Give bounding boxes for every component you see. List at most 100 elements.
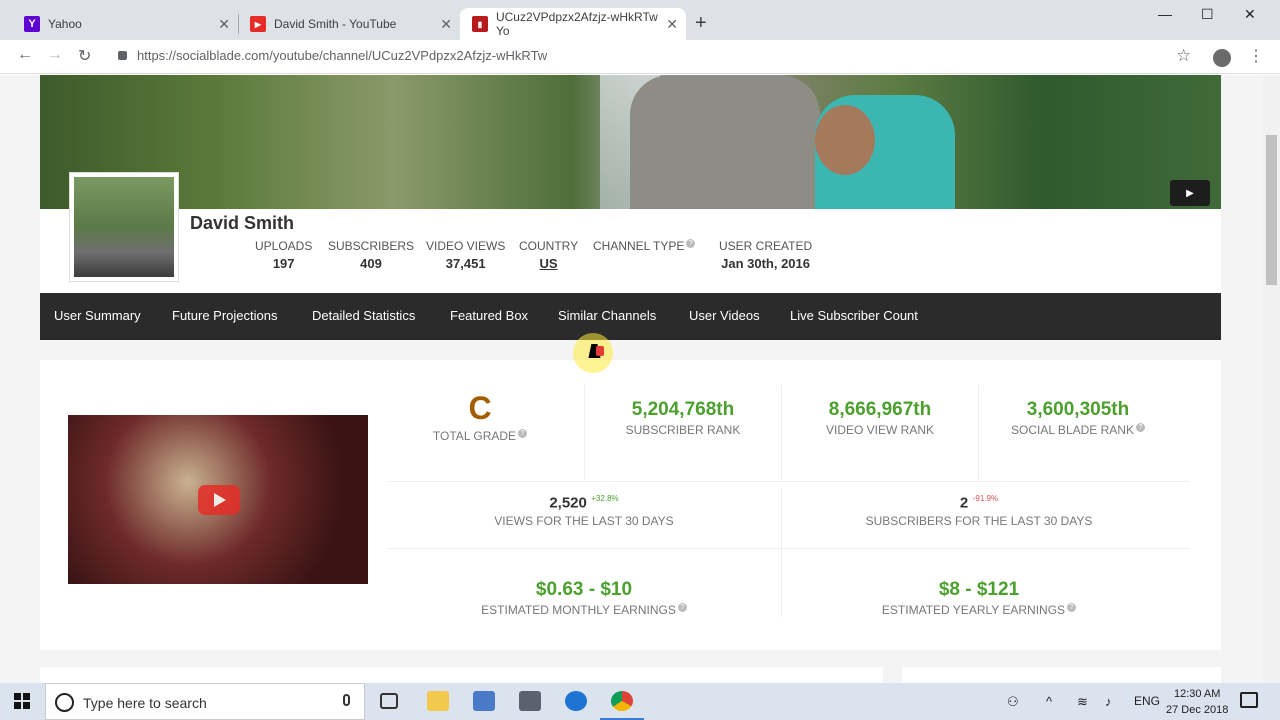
microphone-icon[interactable] <box>343 694 350 706</box>
yearly-earnings-label: ESTIMATED YEARLY EARNINGS <box>881 603 1066 617</box>
subscriber-rank: 5,204,768th SUBSCRIBER RANK <box>600 399 766 437</box>
estimated-yearly-earnings: $8 - $121 ESTIMATED YEARLY EARNINGS? <box>830 579 1128 617</box>
estimated-monthly-earnings: $0.63 - $10 ESTIMATED MONTHLY EARNINGS? <box>436 579 732 617</box>
stat-label: COUNTRY <box>519 239 579 253</box>
click-indicator-icon <box>596 346 604 356</box>
clock-time: 12:30 AM <box>1173 688 1221 700</box>
total-grade: C TOTAL GRADE? <box>420 390 540 443</box>
country-link[interactable]: US <box>519 256 578 271</box>
chevron-up-icon[interactable]: ^ <box>1046 694 1052 709</box>
tab-yahoo[interactable]: Y Yahoo ✕ <box>12 8 238 40</box>
tab-socialblade[interactable]: ▮ UCuz2VPdpzx2Afzjz-wHkRTw Yo ✕ <box>460 8 686 40</box>
close-icon[interactable]: ✕ <box>218 16 230 33</box>
nav-user-videos[interactable]: User Videos <box>689 308 760 323</box>
monthly-earnings-label: ESTIMATED MONTHLY EARNINGS <box>481 603 676 617</box>
socialblade-icon: ▮ <box>472 16 488 32</box>
lock-icon <box>118 51 127 60</box>
stat-user-created: USER CREATED Jan 30th, 2016 <box>719 239 812 271</box>
subscriber-rank-label: SUBSCRIBER RANK <box>625 423 741 437</box>
taskbar-search-box[interactable]: Type here to search <box>45 683 365 720</box>
close-icon[interactable]: ✕ <box>440 16 452 33</box>
reload-icon[interactable]: ↻ <box>78 46 91 66</box>
social-blade-rank-value: 3,600,305th <box>1026 399 1130 420</box>
nav-detailed-statistics[interactable]: Detailed Statistics <box>312 308 415 323</box>
social-blade-rank-label: SOCIAL BLADE RANK <box>1011 423 1134 437</box>
search-placeholder: Type here to search <box>83 695 207 711</box>
stat-value: 197 <box>272 256 295 271</box>
network-icon[interactable]: ≋ <box>1077 694 1088 710</box>
banner-person <box>630 75 820 209</box>
windows-start-icon[interactable] <box>14 693 30 709</box>
stat-label: VIDEO VIEWS <box>426 239 506 253</box>
page-viewport: ▶ David Smith UPLOADS 197 SUBSCRIBERS 40… <box>0 75 1280 683</box>
nav-user-summary[interactable]: User Summary <box>54 308 141 323</box>
views-30-value: 2,520 <box>549 494 587 512</box>
language-indicator[interactable]: ENG <box>1134 694 1160 708</box>
stat-subscribers: SUBSCRIBERS 409 <box>328 239 414 271</box>
divider <box>388 548 1190 549</box>
action-center-icon[interactable] <box>1240 692 1258 708</box>
grade-label: TOTAL GRADE <box>432 429 517 443</box>
profile-avatar-icon[interactable] <box>1213 49 1231 67</box>
menu-icon[interactable]: ⋮ <box>1248 46 1264 66</box>
views-30-label: VIEWS FOR THE LAST 30 DAYS <box>494 514 674 529</box>
back-icon[interactable]: ← <box>17 46 33 64</box>
task-view-icon[interactable] <box>380 693 398 709</box>
close-icon[interactable]: ✕ <box>666 16 678 33</box>
subs-30-change: -91.9% <box>972 494 999 503</box>
tab-title: Yahoo <box>48 17 82 31</box>
youtube-link-icon[interactable]: ▶ <box>1170 180 1210 206</box>
help-icon[interactable]: ? <box>686 239 696 248</box>
help-icon[interactable]: ? <box>1067 603 1077 612</box>
bookmark-star-icon[interactable]: ☆ <box>1176 46 1191 66</box>
new-tab-icon[interactable]: + <box>695 12 707 35</box>
nav-featured-box[interactable]: Featured Box <box>450 308 528 323</box>
minimize-icon[interactable]: — <box>1158 6 1172 22</box>
video-view-rank-label: VIDEO VIEW RANK <box>825 423 935 437</box>
stat-value: Jan 30th, 2016 <box>721 256 810 271</box>
clock-date: 27 Dec 2018 <box>1166 704 1229 716</box>
divider <box>388 481 1190 482</box>
volume-icon[interactable]: ♪ <box>1105 694 1112 709</box>
summary-panel: C TOTAL GRADE? 5,204,768th SUBSCRIBER RA… <box>40 360 1221 650</box>
stat-country: COUNTRY US <box>519 239 578 271</box>
forward-icon[interactable]: → <box>47 46 63 64</box>
divider <box>978 385 979 480</box>
lower-panel-right <box>902 667 1221 683</box>
help-icon[interactable]: ? <box>677 603 687 612</box>
edge-icon[interactable] <box>565 691 587 711</box>
tab-youtube[interactable]: ▶ David Smith - YouTube ✕ <box>238 8 460 40</box>
tab-title: UCuz2VPdpzx2Afzjz-wHkRTw Yo <box>495 10 658 38</box>
people-icon[interactable]: ⚇ <box>1007 694 1019 710</box>
browser-toolbar: ← → ↻ https://socialblade.com/youtube/ch… <box>0 40 1280 74</box>
system-clock[interactable]: 12:30 AM 27 Dec 2018 <box>1166 686 1228 718</box>
yahoo-icon: Y <box>24 16 40 32</box>
maximize-icon[interactable]: ☐ <box>1201 6 1214 23</box>
store-icon[interactable] <box>473 691 495 711</box>
stat-label: SUBSCRIBERS <box>328 239 415 253</box>
cortana-icon <box>55 693 74 712</box>
avatar-image <box>74 177 174 277</box>
nav-similar-channels[interactable]: Similar Channels <box>558 308 656 323</box>
scrollbar-thumb[interactable] <box>1266 135 1277 285</box>
chrome-icon[interactable] <box>611 691 633 711</box>
mail-icon[interactable] <box>519 691 541 711</box>
stat-label: CHANNEL TYPE <box>593 239 685 253</box>
featured-video-thumbnail[interactable] <box>68 415 368 584</box>
divider <box>781 487 782 617</box>
grade-value: C <box>468 390 492 426</box>
file-explorer-icon[interactable] <box>427 691 449 711</box>
nav-future-projections[interactable]: Future Projections <box>172 308 278 323</box>
help-icon[interactable]: ? <box>1135 423 1145 432</box>
subs-30-value: 2 <box>959 494 969 512</box>
help-icon[interactable]: ? <box>518 429 528 438</box>
stat-video-views: VIDEO VIEWS 37,451 <box>426 239 505 271</box>
channel-banner: ▶ <box>40 75 1221 209</box>
play-icon[interactable] <box>198 485 240 515</box>
close-window-icon[interactable]: ✕ <box>1244 6 1256 23</box>
address-bar[interactable]: https://socialblade.com/youtube/channel/… <box>118 48 547 63</box>
page-scrollbar[interactable] <box>1263 75 1280 683</box>
divider <box>781 385 782 480</box>
nav-live-subscriber-count[interactable]: Live Subscriber Count <box>790 308 918 323</box>
divider <box>584 385 585 480</box>
